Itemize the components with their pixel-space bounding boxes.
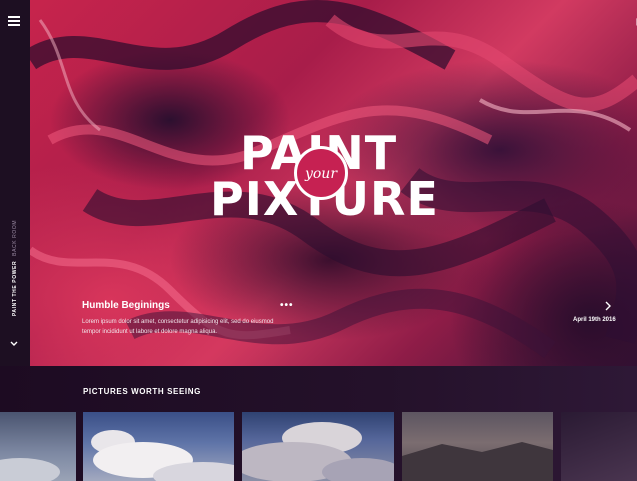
cloud-photo	[0, 458, 60, 481]
sidebar: PAINT THE POWER BACK ROOM	[0, 0, 30, 366]
chevron-right-icon[interactable]	[604, 301, 612, 311]
cloud-photo	[91, 430, 234, 481]
gallery-thumb[interactable]	[561, 412, 637, 481]
gallery-thumb[interactable]	[242, 412, 394, 481]
gallery-thumb[interactable]	[83, 412, 234, 481]
gallery-thumb[interactable]	[402, 412, 553, 481]
hero-title: Humble Beginings	[82, 300, 170, 311]
vertical-caption-sub: BACK ROOM	[12, 219, 18, 256]
paint-your-pixture-logo: PAINT PIXTURE your	[210, 130, 438, 230]
chevron-down-icon[interactable]	[9, 339, 19, 349]
logo-badge: your	[294, 146, 348, 200]
gallery-section: PICTURES WORTH SEEING	[0, 366, 637, 481]
vertical-caption: PAINT THE POWER BACK ROOM	[12, 220, 18, 316]
hero-banner: PAINT PIXTURE your Humble Beginings ••• …	[30, 0, 637, 366]
hamburger-icon[interactable]	[8, 16, 20, 26]
hero-description: Lorem ipsum dolor sit amet, consectetur …	[82, 319, 274, 335]
more-options-icon[interactable]: •••	[280, 300, 294, 311]
hero-date: April 19th 2016	[573, 317, 616, 323]
gallery-title: PICTURES WORTH SEEING	[83, 387, 201, 396]
logo-badge-text: your	[304, 166, 338, 182]
vertical-caption-main: PAINT THE POWER	[12, 260, 18, 317]
cloud-photo	[242, 422, 394, 481]
gallery-thumb[interactable]	[0, 412, 76, 481]
mountain-photo	[402, 442, 553, 481]
